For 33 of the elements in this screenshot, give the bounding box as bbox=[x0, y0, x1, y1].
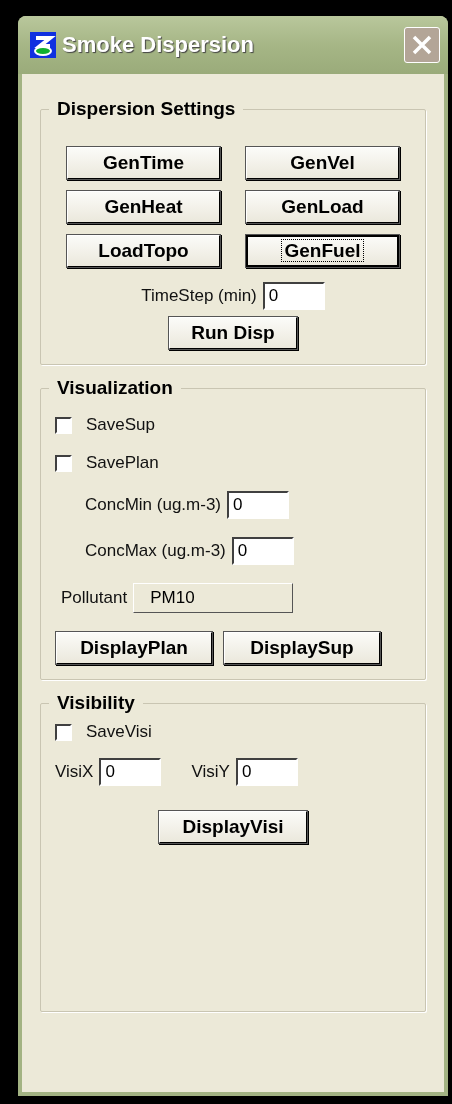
app-icon bbox=[30, 32, 56, 58]
field-label: VisiY bbox=[191, 762, 230, 782]
input-field[interactable]: 0 bbox=[231, 537, 294, 565]
field-label: TimeStep (min) bbox=[141, 286, 257, 306]
group-title: Visualization bbox=[56, 377, 174, 399]
field-label: ConcMax (ug.m-3) bbox=[85, 541, 226, 561]
field-label: Pollutant bbox=[61, 588, 128, 608]
display-button[interactable]: DisplayPlan bbox=[55, 631, 213, 665]
field-label: VisiX bbox=[55, 762, 94, 782]
display-button[interactable]: DisplaySup bbox=[223, 631, 381, 665]
checkbox[interactable] bbox=[55, 454, 72, 472]
command-button[interactable]: GenTime bbox=[66, 146, 221, 180]
command-button[interactable]: GenVel bbox=[245, 146, 400, 180]
checkbox[interactable] bbox=[55, 723, 72, 741]
command-button[interactable]: LoadTopo bbox=[66, 234, 221, 268]
input-field[interactable]: 0 bbox=[227, 491, 290, 519]
checkbox-label: SaveSup bbox=[86, 415, 155, 435]
command-button[interactable]: GenHeat bbox=[66, 190, 221, 224]
input-field[interactable]: 0 bbox=[99, 758, 162, 786]
input-field[interactable]: 0 bbox=[262, 282, 325, 310]
field-label: ConcMin (ug.m-3) bbox=[85, 495, 222, 515]
group-title: Visibility bbox=[56, 692, 136, 714]
checkbox-label: SavePlan bbox=[86, 453, 159, 473]
group-title: Dispersion Settings bbox=[56, 98, 237, 120]
input-field[interactable]: 0 bbox=[235, 758, 298, 786]
command-button[interactable]: GenFuel bbox=[245, 234, 400, 268]
run-button[interactable]: Run Disp bbox=[168, 316, 298, 350]
command-button[interactable]: GenLoad bbox=[245, 190, 400, 224]
window-title: Smoke Dispersion bbox=[62, 32, 255, 58]
display-button[interactable]: DisplayVisi bbox=[158, 810, 308, 844]
checkbox[interactable] bbox=[55, 416, 72, 434]
checkbox-label: SaveVisi bbox=[86, 722, 152, 742]
pollutant-selector[interactable]: PM10 bbox=[133, 583, 294, 613]
